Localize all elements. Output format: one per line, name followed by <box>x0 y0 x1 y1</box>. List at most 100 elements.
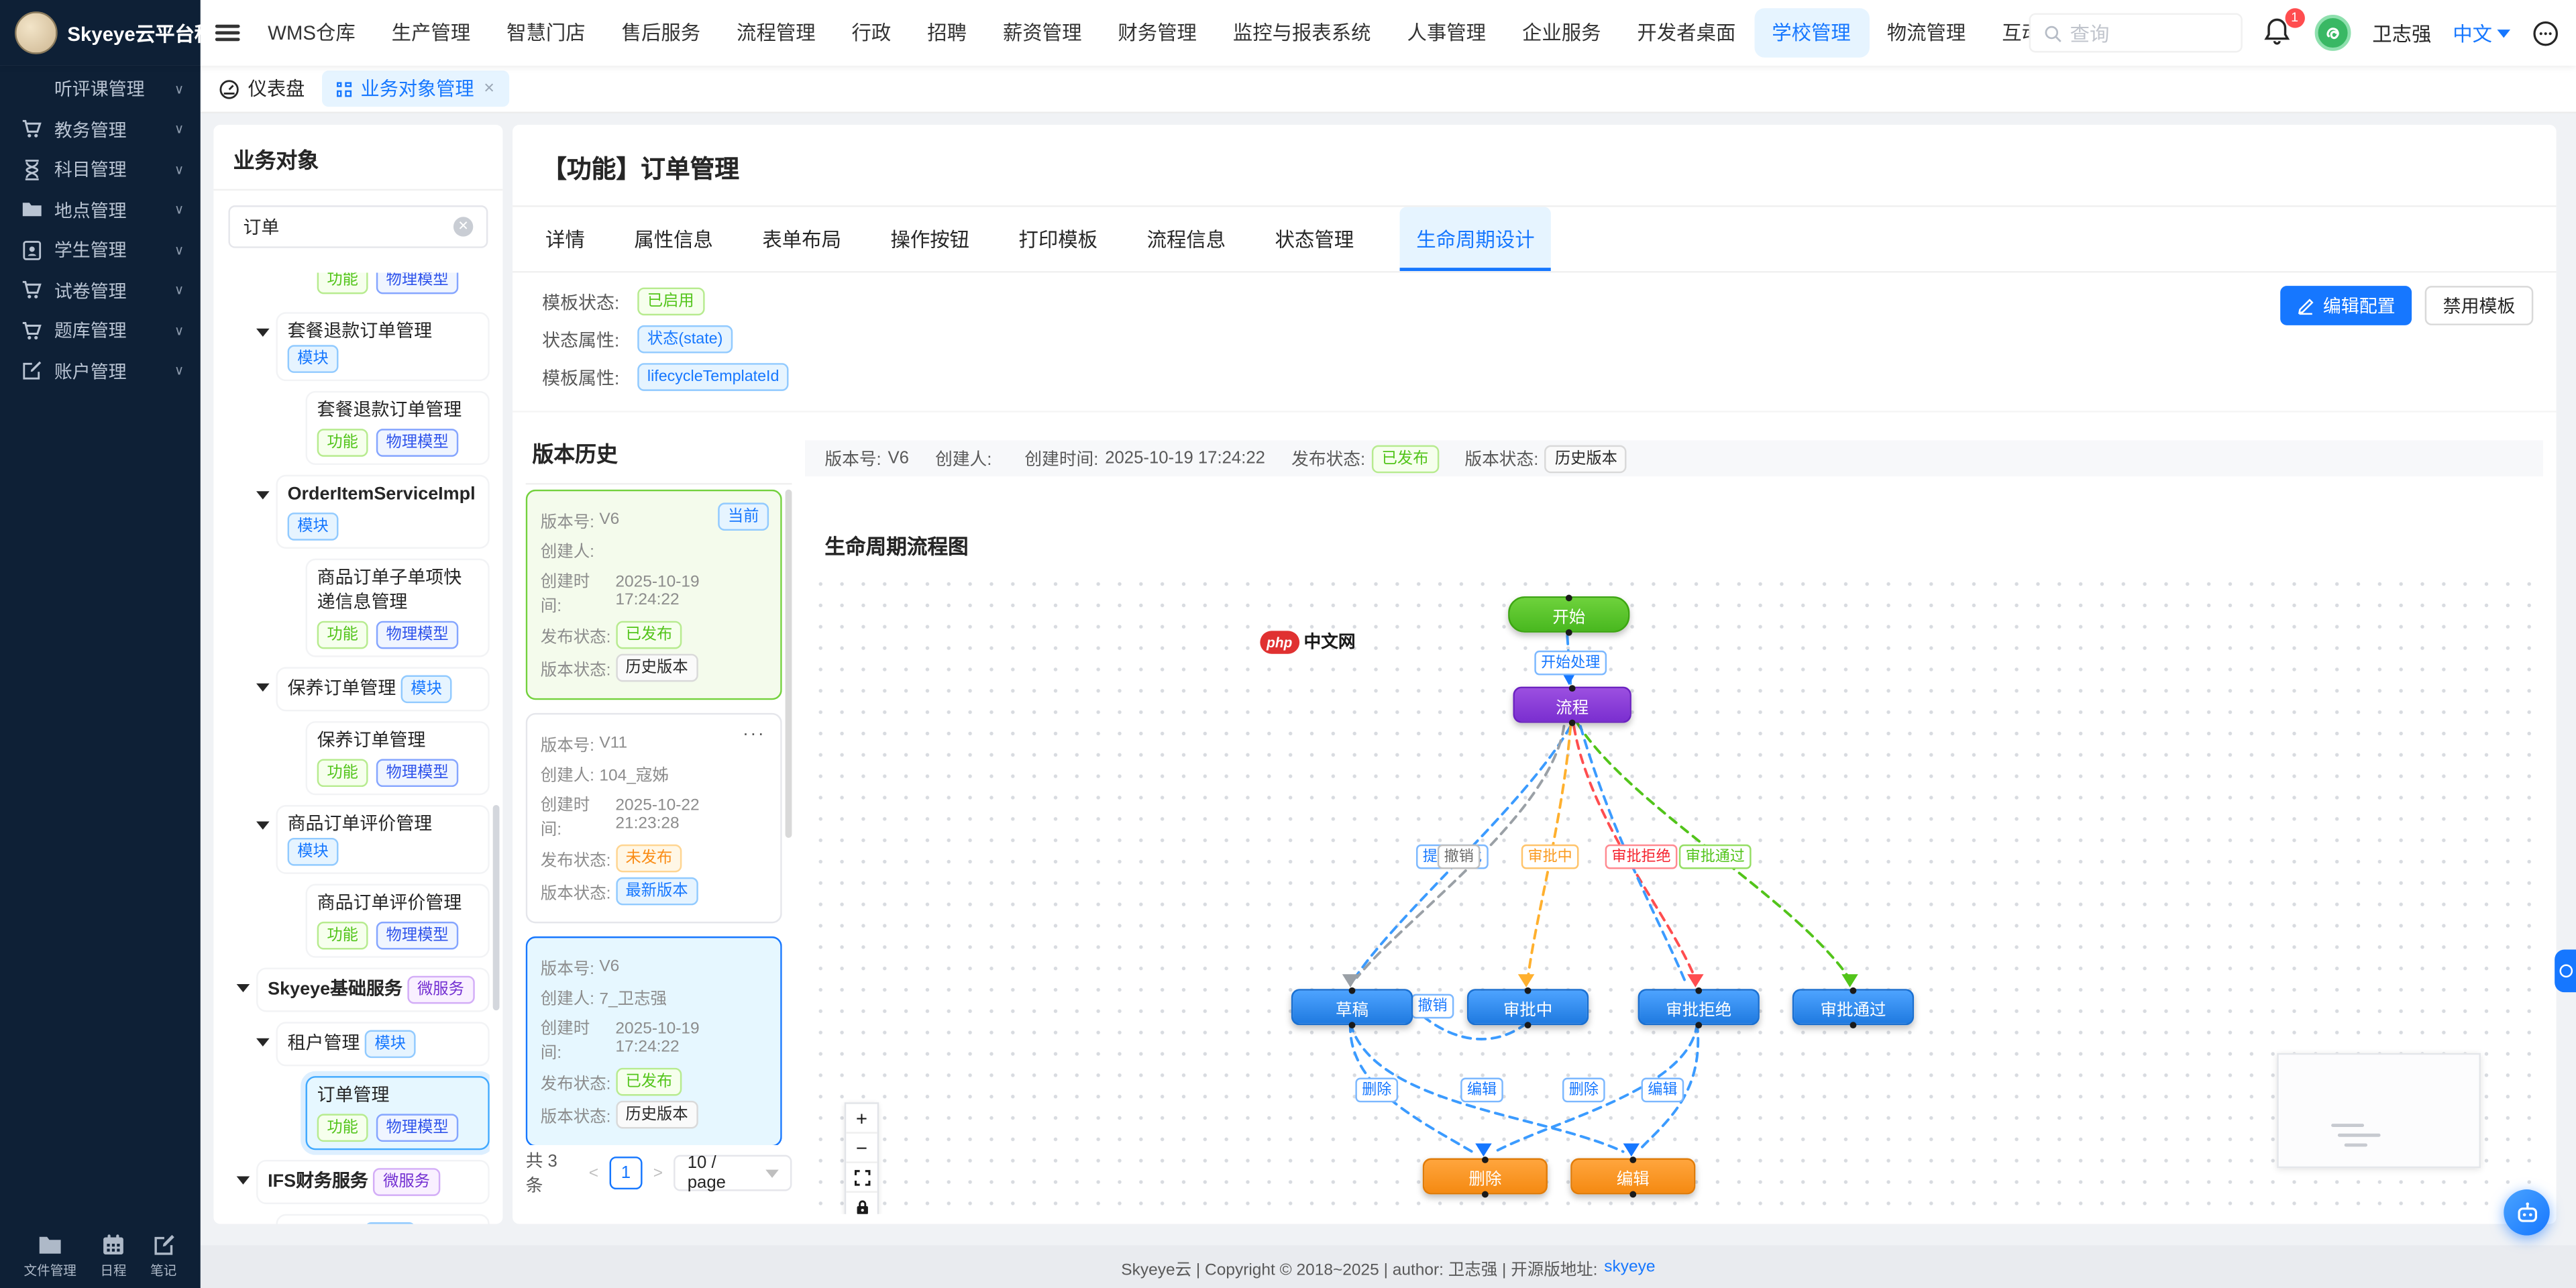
edge-label-delete-2[interactable]: 删除 <box>1562 1077 1605 1103</box>
avatar[interactable] <box>2314 15 2351 51</box>
tree-node-func[interactable]: 套餐退款订单管理 功能 物理模型 <box>305 390 490 466</box>
edge-label-approved[interactable]: 审批通过 <box>1678 844 1752 869</box>
tab-form-layout[interactable]: 表单布局 <box>759 207 845 272</box>
edge-label-approving[interactable]: 审批中 <box>1521 844 1579 869</box>
tab-detail[interactable]: 详情 <box>542 207 588 272</box>
nav-item-production[interactable]: 生产管理 <box>374 8 488 57</box>
tree-node-module[interactable]: OrderItemServiceImpl 模块 <box>256 474 490 549</box>
version-card-current[interactable]: 当前 版本号: V6 创建人: 创建时间: 2025-10-19 17:24:22 … <box>525 489 782 700</box>
flow-node-approved[interactable]: 审批通过 <box>1792 986 1915 1028</box>
caret-icon[interactable] <box>256 683 270 692</box>
edge-label-rejected[interactable]: 审批拒绝 <box>1605 844 1678 869</box>
zoom-in-button[interactable]: + <box>846 1104 877 1134</box>
flow-node-process[interactable]: 流程 <box>1513 684 1631 726</box>
sidebar-item-student[interactable]: 学生管理 ∨ <box>0 230 201 270</box>
tab-attributes[interactable]: 属性信息 <box>631 207 716 272</box>
caret-icon[interactable] <box>256 821 270 830</box>
flow-node-draft[interactable]: 草稿 <box>1291 986 1413 1028</box>
more-menu-icon[interactable]: ··· <box>743 724 765 744</box>
username[interactable]: 卫志强 <box>2372 19 2431 47</box>
clear-icon[interactable]: ✕ <box>453 217 474 237</box>
nav-item-salary[interactable]: 薪资管理 <box>985 8 1099 57</box>
edit-config-button[interactable]: 编辑配置 <box>2280 286 2412 325</box>
tree-search-input[interactable]: 订单 ✕ <box>228 205 488 248</box>
sidebar-item-academic[interactable]: 教务管理 ∨ <box>0 109 201 150</box>
edge-label-revoke-gray[interactable]: 撤销 <box>1437 844 1481 869</box>
lifecycle-flow-canvas[interactable]: php 中文网 开始 开始处理 流程 提交审批 撤销 审批中 审批拒绝 审批通过 <box>805 568 2544 1214</box>
tree-node-func[interactable]: 商品订单子单项快递信息管理 功能 物理模型 <box>305 558 490 657</box>
lock-button[interactable] <box>846 1193 877 1214</box>
edge-label-edit-1[interactable]: 编辑 <box>1460 1077 1503 1103</box>
tree-node-func[interactable]: 保养订单管理 功能 物理模型 <box>305 721 490 796</box>
page-number[interactable]: 1 <box>610 1157 642 1190</box>
sidebar-item-account[interactable]: 账户管理 ∨ <box>0 351 201 391</box>
tab-print-template[interactable]: 打印模板 <box>1016 207 1101 272</box>
tab-state-management[interactable]: 状态管理 <box>1272 207 1357 272</box>
flow-node-delete[interactable]: 删除 <box>1422 1155 1548 1197</box>
fit-view-button[interactable] <box>846 1163 877 1193</box>
nav-item-logistics[interactable]: 物流管理 <box>1869 8 1984 57</box>
open-source-link[interactable]: skyeye <box>1604 1258 1655 1276</box>
nav-item-school[interactable]: 学校管理 <box>1754 8 1869 58</box>
tree-node-module[interactable]: 套餐退款订单管理 模块 <box>256 312 490 382</box>
nav-item-store[interactable]: 智慧门店 <box>488 8 603 57</box>
sidebar-notes[interactable]: 笔记 <box>150 1234 176 1280</box>
nav-item-admin[interactable]: 行政 <box>834 8 910 57</box>
caret-icon[interactable] <box>236 983 250 993</box>
next-page-button[interactable]: > <box>653 1164 663 1182</box>
feedback-chat-icon[interactable] <box>2532 19 2560 47</box>
sidebar-file-manager[interactable]: 文件管理 <box>24 1234 76 1280</box>
flow-node-rejected[interactable]: 审批拒绝 <box>1638 986 1760 1028</box>
tab-lifecycle-design[interactable]: 生命周期设计 <box>1399 207 1552 272</box>
nav-item-enterprise[interactable]: 企业服务 <box>1504 8 1619 57</box>
close-icon[interactable]: × <box>484 79 494 99</box>
edge-label-start-handle[interactable]: 开始处理 <box>1534 650 1607 676</box>
edge-label-revoke[interactable]: 撤销 <box>1411 994 1454 1019</box>
flow-node-edit[interactable]: 编辑 <box>1570 1155 1696 1197</box>
zoom-out-button[interactable]: − <box>846 1134 877 1163</box>
tree-node-func[interactable]: 商品订单评价管理 功能 物理模型 <box>305 883 490 958</box>
tree-node-module[interactable]: 报销订单 模块 <box>276 1214 490 1224</box>
side-widget-tab[interactable] <box>2555 949 2576 993</box>
page-size-select[interactable]: 10 / page <box>674 1153 792 1193</box>
tab-action-buttons[interactable]: 操作按钮 <box>888 207 973 272</box>
caret-icon[interactable] <box>236 1176 250 1185</box>
nav-item-finance[interactable]: 财务管理 <box>1099 8 1214 57</box>
tree-node-clipped[interactable]: 功能 物理模型 <box>305 272 490 303</box>
tree-node-module[interactable]: 租户管理 模块 <box>256 1022 490 1067</box>
app-logo[interactable]: Skyeye云平台租户 <box>0 0 234 66</box>
sidebar-item-listen[interactable]: 听评课管理 ∨ <box>0 69 201 109</box>
version-list-scrollbar[interactable] <box>785 489 792 838</box>
tree-node-module[interactable]: 商品订单评价管理 模块 <box>256 805 490 874</box>
global-search-input[interactable]: 查询 <box>2029 13 2243 53</box>
assistant-button[interactable] <box>2504 1189 2550 1236</box>
disable-template-button[interactable]: 禁用模板 <box>2424 286 2534 325</box>
sidebar-schedule[interactable]: 日程 <box>100 1234 127 1280</box>
edge-label-delete-1[interactable]: 删除 <box>1355 1077 1399 1103</box>
tree-node-order-management-selected[interactable]: 订单管理 功能 物理模型 <box>305 1076 490 1150</box>
notification-bell[interactable]: 1 <box>2264 8 2305 49</box>
nav-item-aftersale[interactable]: 售后服务 <box>604 8 718 57</box>
edge-label-edit-2[interactable]: 编辑 <box>1641 1077 1684 1103</box>
sidebar-item-exam[interactable]: 试卷管理 ∨ <box>0 270 201 311</box>
flow-node-start[interactable]: 开始 <box>1508 594 1630 635</box>
tab-business-object[interactable]: 业务对象管理 × <box>321 70 510 107</box>
nav-item-wms[interactable]: WMS仓库 <box>250 8 373 57</box>
flow-node-approving[interactable]: 审批中 <box>1466 986 1589 1028</box>
caret-icon[interactable] <box>256 1038 270 1047</box>
language-switcher[interactable]: 中文 <box>2453 19 2511 47</box>
nav-item-hr[interactable]: 人事管理 <box>1389 8 1504 57</box>
tab-workflow-info[interactable]: 流程信息 <box>1144 207 1229 272</box>
nav-item-recruit[interactable]: 招聘 <box>909 8 985 57</box>
flow-minimap[interactable] <box>2277 1053 2481 1169</box>
tree-node-microservice[interactable]: IFS财务服务 微服务 <box>236 1159 490 1205</box>
caret-icon[interactable] <box>256 491 270 500</box>
sidebar-item-question-bank[interactable]: 题库管理 ∨ <box>0 311 201 351</box>
version-card-selected[interactable]: 版本号: V6 创建人: 7_卫志强 创建时间: 2025-10-19 17:24:2… <box>525 936 782 1145</box>
prev-page-button[interactable]: < <box>589 1164 598 1182</box>
tree-node-microservice[interactable]: Skyeye基础服务 微服务 <box>236 967 490 1012</box>
version-card[interactable]: ··· 版本号: V11 创建人: 104_寇姊 创建时间: 2025-10-22 2… <box>525 712 782 924</box>
tree-node-module[interactable]: 保养订单管理 模块 <box>256 667 490 712</box>
nav-item-workflow[interactable]: 流程管理 <box>718 8 833 57</box>
nav-item-devdesk[interactable]: 开发者桌面 <box>1619 8 1754 57</box>
